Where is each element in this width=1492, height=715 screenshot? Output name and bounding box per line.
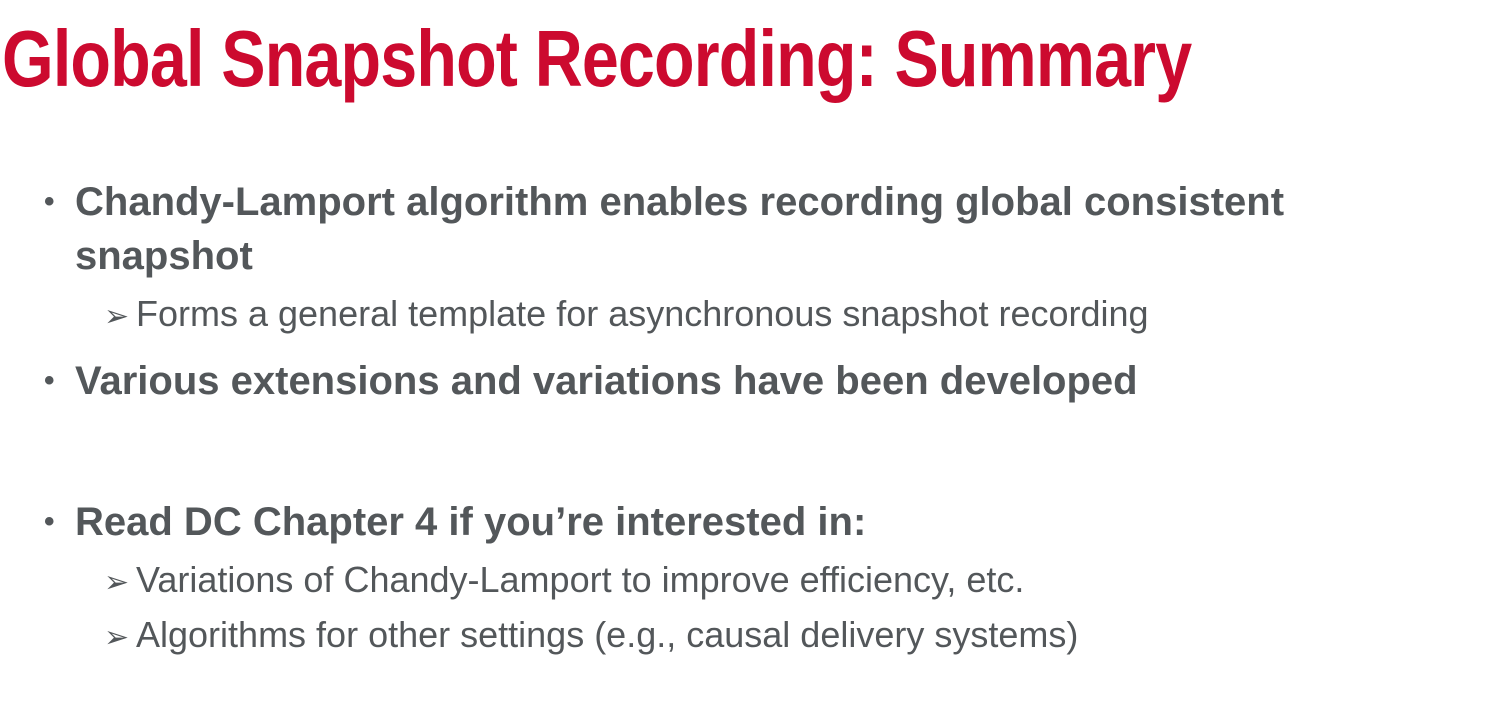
bullet-text: Read DC Chapter 4 if you’re interested i… bbox=[75, 500, 867, 544]
bullet-marker: • bbox=[44, 505, 55, 538]
arrow-bullet-icon: ➢ bbox=[104, 566, 130, 599]
sub-bullet-text: Variations of Chandy-Lamport to improve … bbox=[136, 559, 1025, 600]
sub-bullet-text: Forms a general template for asynchronou… bbox=[136, 293, 1149, 334]
bullet-marker: • bbox=[44, 185, 55, 218]
bullet-item: • Chandy-Lamport algorithm enables recor… bbox=[44, 175, 1464, 283]
bullet-item: • Various extensions and variations have… bbox=[44, 354, 1464, 408]
arrow-bullet-icon: ➢ bbox=[104, 621, 130, 654]
bullet-item: • Read DC Chapter 4 if you’re interested… bbox=[44, 495, 1464, 549]
sub-bullet-item: ➢ Variations of Chandy-Lamport to improve… bbox=[104, 558, 1464, 605]
arrow-bullet-icon: ➢ bbox=[104, 300, 130, 333]
bullet-marker: • bbox=[44, 364, 55, 397]
sub-bullet-text: Algorithms for other settings (e.g., cau… bbox=[136, 614, 1079, 655]
slide-title: Global Snapshot Recording: Summary bbox=[2, 14, 1192, 103]
slide: Global Snapshot Recording: Summary • Cha… bbox=[0, 0, 1492, 715]
sub-bullet-item: ➢ Algorithms for other settings (e.g., ca… bbox=[104, 613, 1464, 660]
bullet-text: Chandy-Lamport algorithm enables recordi… bbox=[75, 180, 1285, 278]
bullet-text: Various extensions and variations have b… bbox=[75, 359, 1138, 403]
sub-bullet-item: ➢ Forms a general template for asynchrono… bbox=[104, 292, 1464, 339]
